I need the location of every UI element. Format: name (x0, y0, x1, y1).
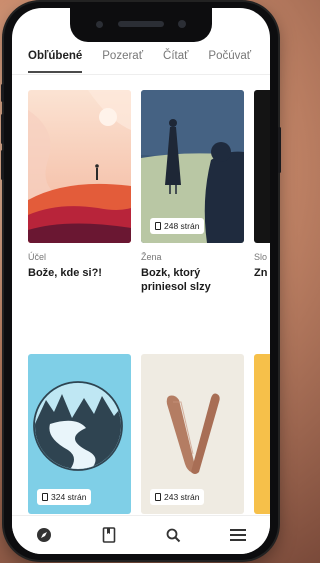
search-icon[interactable] (163, 525, 183, 545)
bottom-nav (12, 515, 270, 554)
book-category: Slo (254, 252, 268, 262)
notch (70, 8, 212, 42)
tab-read[interactable]: Čítať (163, 44, 188, 74)
earpiece-speaker (118, 21, 164, 27)
power-button (278, 127, 281, 173)
phone-frame: Obľúbené Pozerať Čítať Počúvať Účel Bože… (1, 2, 281, 560)
book-title[interactable]: Bože, kde si?! (28, 266, 136, 280)
screen: Obľúbené Pozerať Čítať Počúvať Účel Bože… (12, 8, 270, 554)
page-count: 324 strán (51, 492, 87, 502)
tab-listen[interactable]: Počúvať (208, 44, 251, 74)
book-title[interactable]: Bozk, ktorý priniesol slzy (141, 266, 249, 294)
tab-watch[interactable]: Pozerať (102, 44, 143, 74)
tab-bar: Obľúbené Pozerať Čítať Počúvať (12, 44, 270, 75)
book-icon (155, 222, 161, 230)
book-card-6[interactable] (254, 354, 270, 514)
page-count-badge: 324 strán (37, 489, 92, 505)
bookmark-icon[interactable] (99, 525, 119, 545)
book-icon (155, 493, 161, 501)
menu-icon[interactable] (228, 525, 248, 545)
book-card-2[interactable]: 248 strán (141, 90, 244, 243)
volume-down-button (1, 150, 4, 180)
page-count: 248 strán (164, 221, 200, 231)
book-card-5[interactable]: 243 strán (141, 354, 244, 514)
book-category: Účel (28, 252, 47, 262)
front-camera (178, 20, 186, 28)
proximity-sensor (96, 21, 103, 28)
page-count-badge: 248 strán (150, 218, 205, 234)
compass-icon[interactable] (34, 525, 54, 545)
book-card-4[interactable]: 324 strán (28, 354, 131, 514)
book-card-3[interactable] (254, 90, 270, 243)
book-card-1[interactable] (28, 90, 131, 243)
book-category: Žena (141, 252, 162, 262)
page-count: 243 strán (164, 492, 200, 502)
book-icon (42, 493, 48, 501)
mute-switch (1, 84, 4, 102)
volume-up-button (1, 114, 4, 144)
page-count-badge: 243 strán (150, 489, 205, 505)
tab-favorites[interactable]: Obľúbené (28, 44, 83, 73)
book-cover-desert (28, 90, 131, 243)
book-title[interactable]: Zn (254, 266, 270, 280)
